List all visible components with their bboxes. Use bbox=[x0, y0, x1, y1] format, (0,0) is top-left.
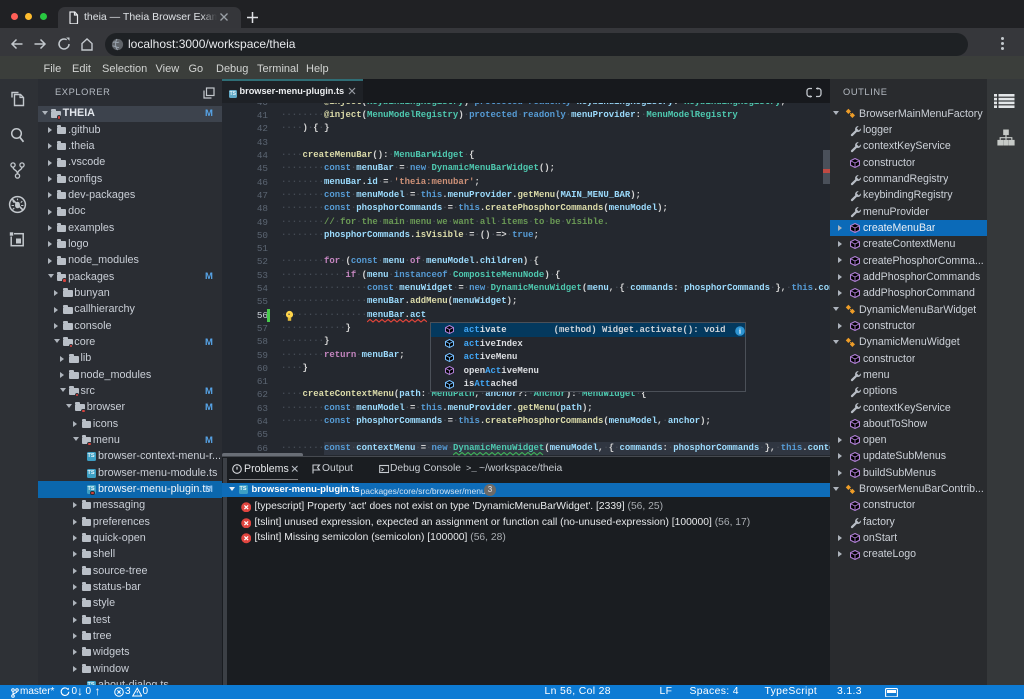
svg-text:i: i bbox=[739, 327, 741, 335]
